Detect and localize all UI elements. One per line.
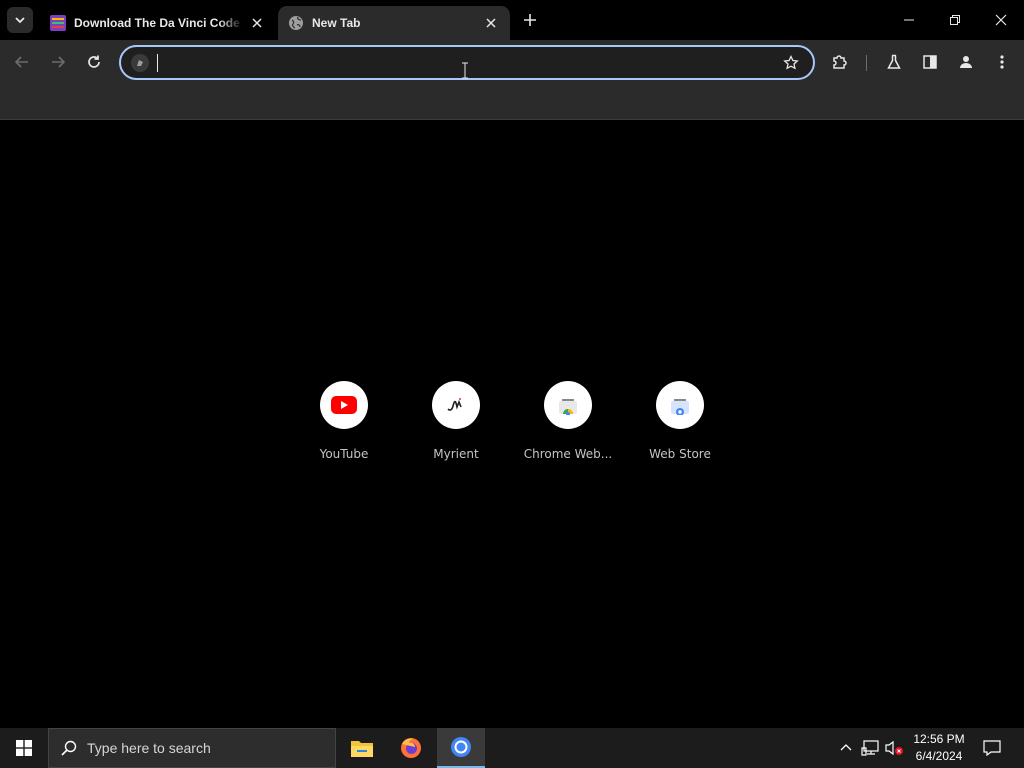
- shortcut-icon-circle: [544, 381, 592, 429]
- web-store-icon: [671, 399, 689, 415]
- volume-muted-icon: [885, 740, 903, 756]
- chrome-labs-button[interactable]: [880, 48, 908, 76]
- shortcut-label: Myrient: [433, 447, 479, 461]
- toolbar: [0, 40, 1024, 85]
- bookmark-star-icon[interactable]: [781, 53, 801, 73]
- clock-time: 12:56 PM: [913, 732, 965, 746]
- puzzle-icon: [833, 55, 847, 69]
- shortcut-label: Chrome Web...: [523, 447, 613, 461]
- close-tab-icon[interactable]: [248, 14, 266, 32]
- shortcut-label: YouTube: [319, 447, 369, 461]
- volume-button[interactable]: [884, 738, 904, 758]
- network-icon: [861, 740, 879, 756]
- file-explorer-taskbar-button[interactable]: [338, 728, 386, 768]
- chrome-taskbar-button[interactable]: [437, 728, 485, 768]
- taskbar-search-box[interactable]: Type here to search: [48, 728, 336, 768]
- file-explorer-icon: [351, 741, 373, 757]
- kebab-menu-icon: [1000, 55, 1004, 69]
- screen: Download The Da Vinci Code ( New Tab You…: [0, 0, 1024, 768]
- tab-strip: Download The Da Vinci Code ( New Tab: [0, 0, 1024, 40]
- profile-button[interactable]: [952, 48, 980, 76]
- close-icon: [995, 14, 1007, 26]
- new-tab-page: YouTube Myrient Chrome Web... Web Store: [0, 121, 1024, 728]
- tab-title: Download The Da Vinci Code (: [74, 16, 244, 30]
- chrome-icon: [451, 737, 471, 757]
- search-icon: [61, 740, 77, 756]
- search-placeholder: Type here to search: [87, 740, 211, 756]
- shortcut-icon-circle: [320, 381, 368, 429]
- search-engine-icon: [131, 54, 149, 72]
- shortcut-youtube[interactable]: YouTube: [288, 375, 400, 475]
- side-panel-icon: [923, 55, 937, 69]
- clock-date: 6/4/2024: [915, 749, 963, 763]
- tab-search-button[interactable]: [7, 7, 33, 33]
- windows-logo-icon: [16, 740, 32, 756]
- chevron-up-icon: [840, 744, 852, 751]
- menu-button[interactable]: [988, 48, 1016, 76]
- chrome-web-store-icon: [559, 399, 577, 415]
- system-clock[interactable]: 12:56 PM 6/4/2024: [906, 731, 972, 765]
- shortcut-myrient[interactable]: Myrient: [400, 375, 512, 475]
- notification-icon: [983, 740, 1001, 756]
- toolbar-divider: [866, 55, 867, 71]
- firefox-taskbar-button[interactable]: [387, 728, 435, 768]
- firefox-icon: [401, 738, 421, 758]
- site-favicon-icon: [50, 15, 66, 31]
- back-button[interactable]: [8, 48, 36, 76]
- minimize-button[interactable]: [886, 0, 932, 40]
- myrient-icon: [447, 398, 462, 411]
- text-cursor-icon: [462, 62, 468, 79]
- bookmarks-bar: [0, 85, 1024, 120]
- shortcut-label: Web Store: [649, 447, 711, 461]
- shortcut-web-store[interactable]: Web Store: [624, 375, 736, 475]
- forward-button[interactable]: [44, 48, 72, 76]
- show-hidden-icons-button[interactable]: [836, 738, 856, 758]
- close-tab-icon[interactable]: [482, 14, 500, 32]
- network-button[interactable]: [860, 738, 880, 758]
- text-caret: [157, 54, 158, 72]
- restore-button[interactable]: [932, 0, 978, 40]
- tab-title: New Tab: [312, 16, 361, 30]
- minimize-icon: [904, 19, 914, 21]
- new-tab-button[interactable]: [518, 8, 542, 32]
- chevron-down-icon: [15, 17, 25, 24]
- youtube-icon: [331, 396, 357, 414]
- arrow-left-icon: [14, 56, 28, 68]
- restore-icon: [950, 15, 960, 25]
- flask-icon: [887, 54, 901, 69]
- shortcut-icon-circle: [656, 381, 704, 429]
- notifications-button[interactable]: [982, 738, 1002, 758]
- arrow-right-icon: [52, 56, 66, 68]
- profile-icon: [960, 56, 972, 68]
- tab-da-vinci-download[interactable]: Download The Da Vinci Code (: [40, 6, 276, 40]
- close-window-button[interactable]: [978, 0, 1024, 40]
- side-panel-button[interactable]: [916, 48, 944, 76]
- reload-icon: [88, 55, 100, 68]
- globe-icon: [288, 15, 304, 31]
- reload-button[interactable]: [80, 48, 108, 76]
- plus-icon: [524, 14, 536, 26]
- shortcut-icon-circle: [432, 381, 480, 429]
- shortcut-chrome-web-store[interactable]: Chrome Web...: [512, 375, 624, 475]
- start-button[interactable]: [0, 728, 48, 768]
- tab-new-tab[interactable]: New Tab: [278, 6, 510, 40]
- taskbar: Type here to search 12:56 PM 6/4/2024: [0, 728, 1024, 768]
- extensions-button[interactable]: [826, 48, 854, 76]
